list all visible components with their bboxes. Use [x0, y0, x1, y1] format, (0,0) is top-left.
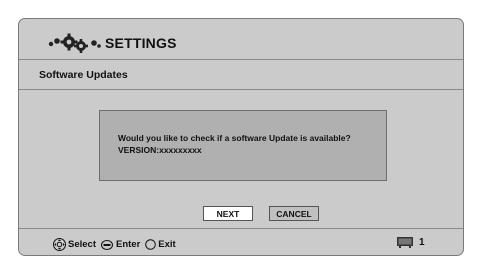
- page-title: SETTINGS: [105, 35, 177, 51]
- enter-label: Enter: [116, 239, 141, 250]
- next-button[interactable]: NEXT: [203, 206, 253, 221]
- select-label: Select: [68, 239, 96, 250]
- cancel-button[interactable]: CANCEL: [269, 206, 319, 221]
- message-line-version: VERSION:xxxxxxxxx: [118, 145, 202, 155]
- section-title: Software Updates: [39, 69, 128, 81]
- exit-label: Exit: [158, 239, 176, 250]
- enter-button-icon: [101, 239, 113, 250]
- page-number: 1: [419, 237, 425, 248]
- message-text: Would you like to check if a software Up…: [118, 132, 351, 156]
- exit-circle-icon: [145, 239, 157, 250]
- footer: Select Enter Exit 1: [19, 228, 463, 255]
- header: SETTINGS: [19, 19, 463, 59]
- page-indicator: 1: [397, 237, 425, 248]
- select-hint: Select Enter Exit: [53, 238, 176, 251]
- message-box: Would you like to check if a software Up…: [99, 110, 387, 181]
- screen-icon: [397, 237, 413, 248]
- message-line-question: Would you like to check if a software Up…: [118, 133, 351, 143]
- settings-screen: SETTINGS Software Updates Would you like…: [18, 18, 464, 256]
- section-divider: [19, 89, 463, 90]
- dpad-icon: [53, 238, 66, 251]
- settings-gears-icon: [48, 33, 101, 53]
- header-divider: [19, 59, 463, 60]
